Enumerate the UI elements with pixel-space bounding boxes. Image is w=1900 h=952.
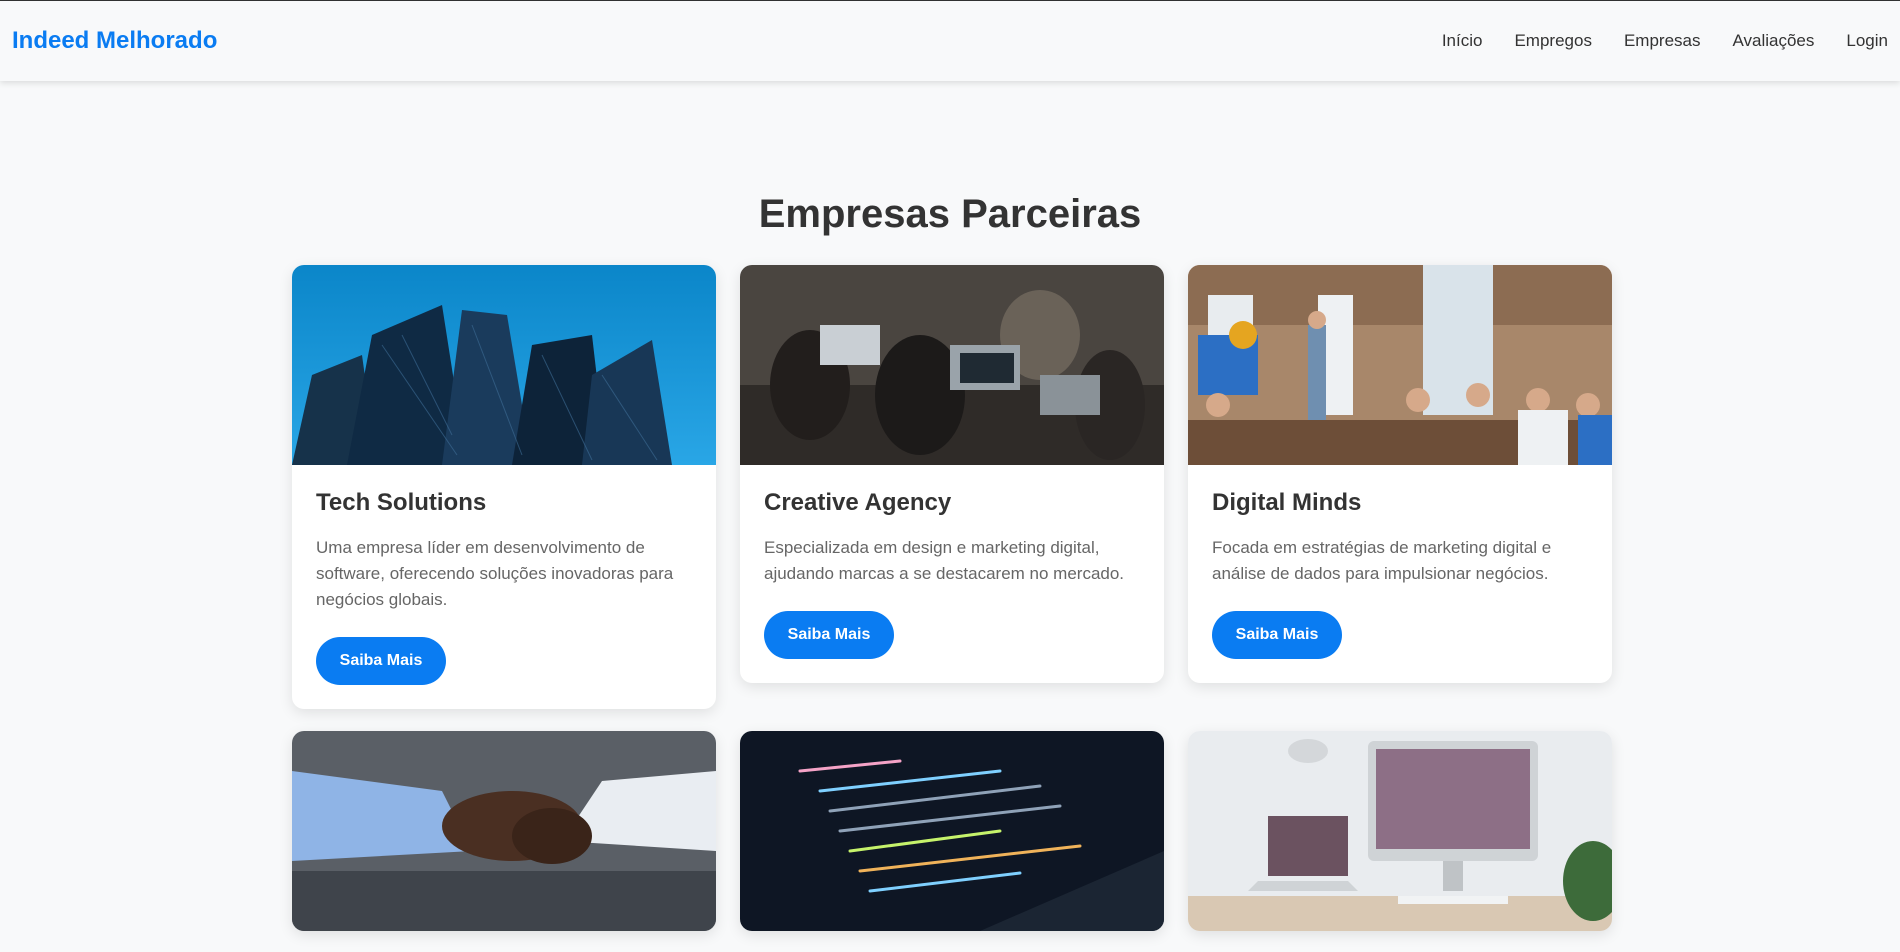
company-image <box>292 265 716 465</box>
company-image <box>740 731 1164 931</box>
company-name: Tech Solutions <box>316 489 487 516</box>
company-description: Uma empresa líder em desenvolvimento de … <box>316 538 674 609</box>
company-name: Digital Minds <box>1212 489 1362 516</box>
logo-link[interactable]: Indeed Melhorado <box>12 27 217 55</box>
company-description: Especializada em design e marketing digi… <box>764 538 1125 583</box>
company-image <box>292 731 716 931</box>
company-description: Focada em estratégias de marketing digit… <box>1212 538 1552 583</box>
company-image <box>1188 265 1612 465</box>
nav-link-empresas[interactable]: Empresas <box>1624 31 1701 51</box>
company-image <box>740 265 1164 465</box>
company-card: Tech Solutions Uma empresa líder em dese… <box>292 265 716 709</box>
nav-link-avaliacoes[interactable]: Avaliações <box>1732 31 1814 51</box>
company-image <box>1188 731 1612 931</box>
saiba-mais-button[interactable]: Saiba Mais <box>764 611 894 659</box>
company-card <box>740 731 1164 931</box>
company-card: Digital Minds Focada em estratégias de m… <box>1188 265 1612 683</box>
company-card: Creative Agency Especializada em design … <box>740 265 1164 683</box>
company-card <box>292 731 716 931</box>
company-name: Creative Agency <box>764 489 952 516</box>
nav-link-login[interactable]: Login <box>1846 31 1888 51</box>
nav-link-empregos[interactable]: Empregos <box>1514 31 1591 51</box>
company-card <box>1188 731 1612 931</box>
navbar: Indeed Melhorado Início Empregos Empresa… <box>0 1 1900 81</box>
nav-link-inicio[interactable]: Início <box>1442 31 1483 51</box>
page-title: Empresas Parceiras <box>758 192 1142 236</box>
saiba-mais-button[interactable]: Saiba Mais <box>1212 611 1342 659</box>
saiba-mais-button[interactable]: Saiba Mais <box>316 637 446 685</box>
main-nav: Início Empregos Empresas Avaliações Logi… <box>1442 31 1888 51</box>
